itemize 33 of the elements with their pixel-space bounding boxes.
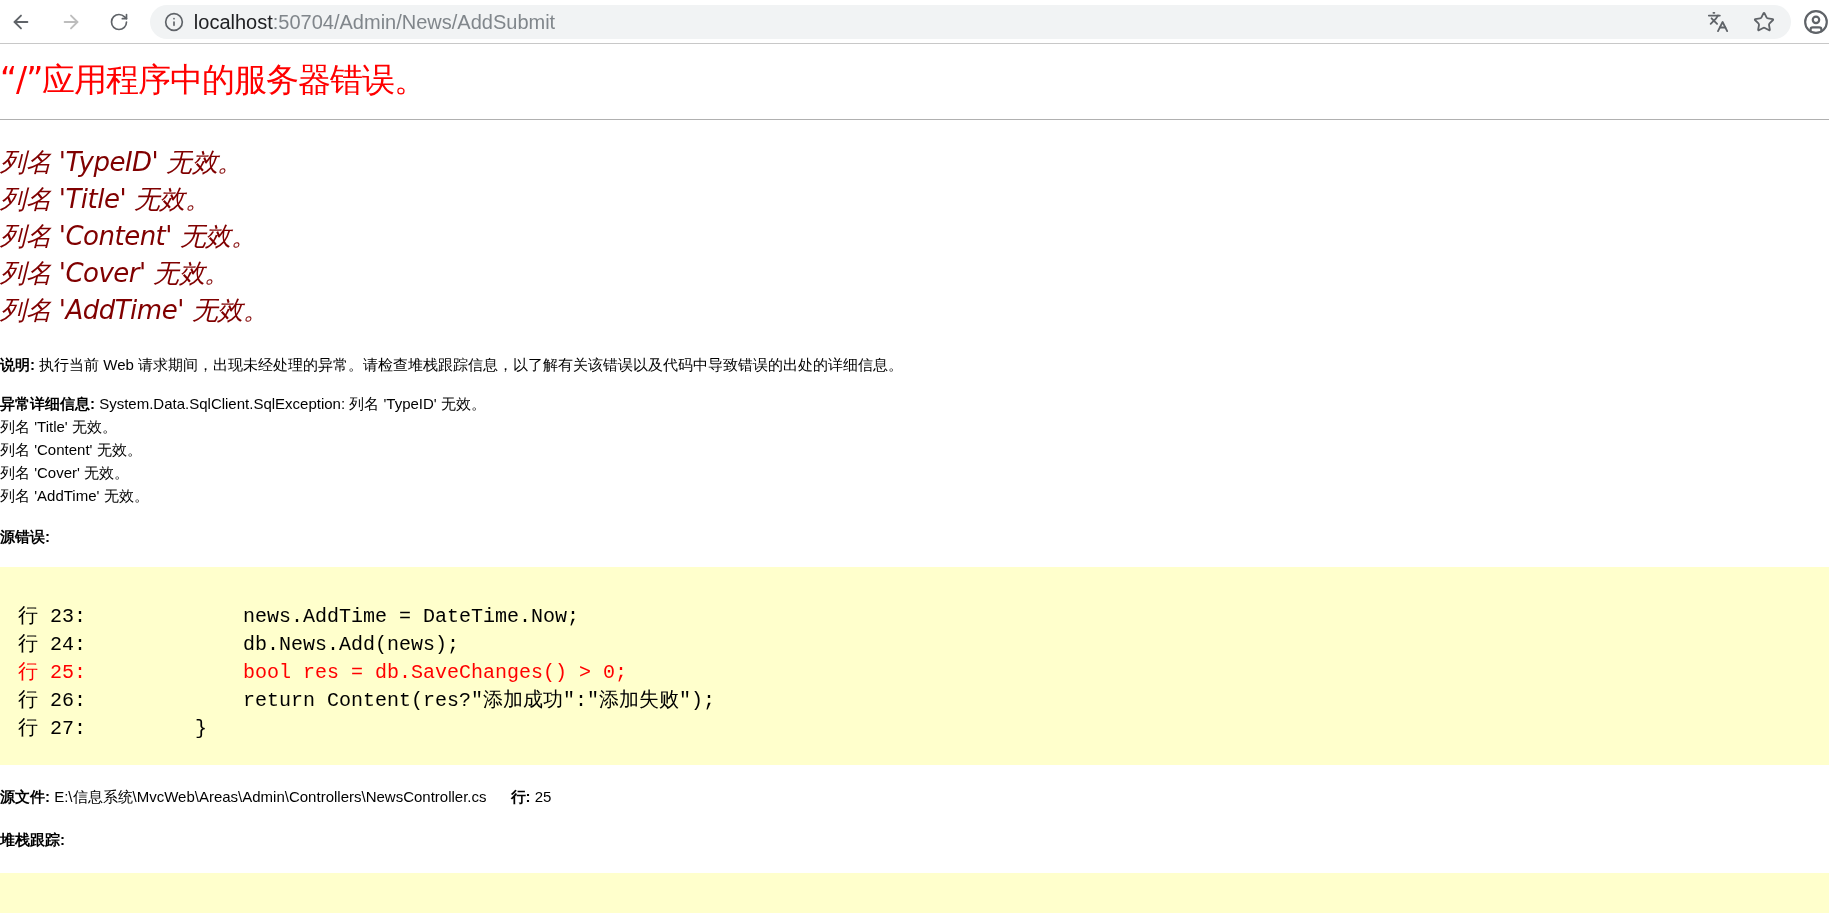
exception-detail-line: 异常详细信息: System.Data.SqlClient.SqlException: 列名 'TypeID' 无效。 <box>0 394 486 414</box>
address-bar[interactable]: localhost:50704/Admin/News/AddSubmit <box>149 4 1792 39</box>
source-file-text: 源文件: E:\信息系统\MvcWeb\Areas\Admin\Controllers\NewsController.cs <box>0 787 487 807</box>
line-number: 行 25: <box>18 660 87 686</box>
url-text: localhost:50704/Admin/News/AddSubmit <box>193 9 556 35</box>
line-number: 行 26: <box>18 688 87 714</box>
exception-detail-line: 列名 'Cover' 无效。 <box>0 463 130 483</box>
stack-trace-label: 堆栈跟踪: <box>0 830 66 850</box>
line-number: 行 24: <box>18 632 87 658</box>
error-message: 列名 'TypeID' 无效。 <box>0 146 243 179</box>
page-title: “/”应用程序中的服务器错误。 <box>0 59 428 100</box>
reload-icon <box>108 11 129 32</box>
exception-detail-line: 列名 'Content' 无效。 <box>0 440 142 460</box>
code-line: return Content(res?"添加成功":"添加失败"); <box>242 688 716 714</box>
code-line: db.News.Add(news); <box>242 632 460 658</box>
info-icon <box>163 11 184 32</box>
profile-icon[interactable] <box>1803 8 1829 35</box>
error-message: 列名 'AddTime' 无效。 <box>0 294 269 327</box>
code-line: } <box>194 716 208 742</box>
error-message: 列名 'Cover' 无效。 <box>0 257 230 290</box>
source-line-text: 行: 25 <box>510 787 552 807</box>
code-line: news.AddTime = DateTime.Now; <box>242 604 580 630</box>
code-line: bool res = db.SaveChanges() > 0; <box>242 660 628 686</box>
description-text: 说明: 执行当前 Web 请求期间，出现未经处理的异常。请检查堆栈跟踪信息，以了解有关该错误以及代码中导致错误的出处的详细信息。 <box>0 355 905 375</box>
error-message: 列名 'Content' 无效。 <box>0 220 257 253</box>
line-number: 行 23: <box>18 604 87 630</box>
source-error-label: 源错误: <box>0 527 51 547</box>
exception-detail-line: 列名 'Title' 无效。 <box>0 417 117 437</box>
exception-detail-line: 列名 'AddTime' 无效。 <box>0 486 149 506</box>
error-message: 列名 'Title' 无效。 <box>0 183 211 216</box>
line-number: 行 27: <box>18 716 87 742</box>
bookmark-star-icon[interactable] <box>1753 10 1776 33</box>
translate-icon[interactable] <box>1707 10 1730 33</box>
